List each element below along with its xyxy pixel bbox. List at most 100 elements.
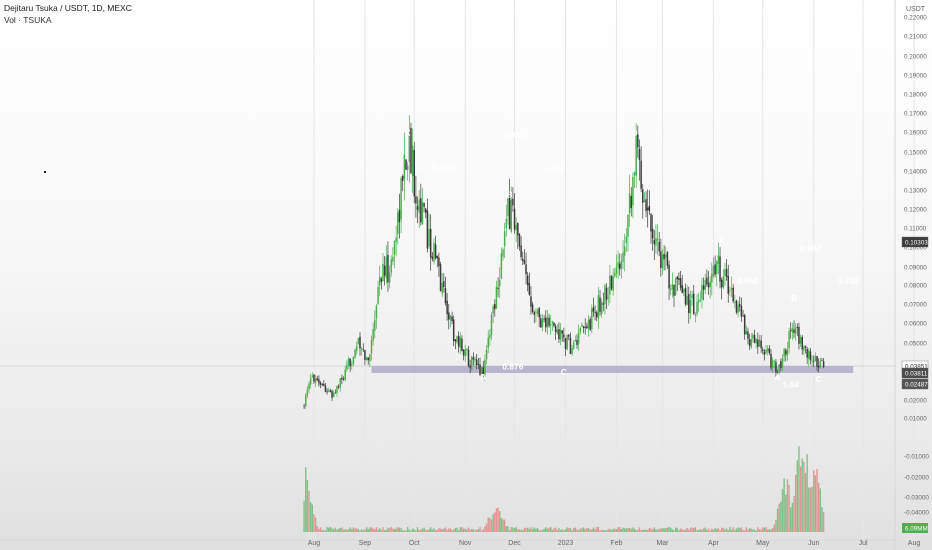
volume-bar (454, 528, 457, 532)
candle (449, 315, 452, 320)
price-tag-label: 0.02487 (905, 382, 928, 389)
candle (314, 378, 317, 383)
volume-bar (589, 529, 591, 532)
volume-bar (492, 514, 494, 532)
volume-bar (489, 517, 491, 532)
volume-bar (359, 530, 361, 532)
volume-bar (640, 530, 642, 532)
candle (801, 336, 803, 350)
candle (467, 349, 470, 366)
candle (540, 318, 542, 328)
candle (323, 384, 325, 386)
volume-bar (816, 468, 818, 532)
volume-bar (658, 528, 660, 532)
ratio-label: 0.704 (432, 162, 454, 172)
y-tick-label: 0.05000 (904, 341, 927, 348)
candle (694, 315, 697, 316)
volume-bar (349, 527, 351, 532)
candle (689, 299, 692, 314)
candle (378, 276, 381, 286)
candle (569, 337, 572, 354)
x-tick-label: Nov (459, 540, 472, 547)
volume-bar (775, 519, 777, 532)
volume-bar (518, 529, 521, 532)
candle (780, 361, 782, 368)
volume-bar (573, 528, 575, 532)
volume-bar (306, 480, 309, 532)
candle (720, 279, 723, 288)
candle (393, 240, 396, 255)
volume-bar (786, 479, 789, 532)
volume-bar (763, 527, 766, 532)
volume-bar (462, 528, 465, 532)
volume-bar (543, 528, 545, 532)
candle (581, 324, 583, 327)
candle (730, 287, 733, 290)
volume-bar (367, 529, 369, 532)
volume-bar (612, 528, 614, 532)
volume-bar (732, 527, 734, 532)
price-tag-label: 0.10303 (905, 240, 928, 247)
volume-bar (334, 527, 337, 532)
candle (742, 315, 744, 317)
candle (380, 278, 383, 282)
candle (462, 350, 465, 356)
volume-bar (408, 529, 411, 532)
volume-bar (531, 529, 534, 532)
volume-bar (806, 454, 808, 532)
volume-bars (303, 446, 825, 532)
candle (625, 236, 628, 243)
candle (464, 348, 466, 357)
volume-bar (720, 527, 723, 532)
volume-bar (563, 530, 565, 532)
x-tick-label: Oct (409, 540, 420, 547)
candle (383, 265, 386, 276)
volume-bar (699, 528, 702, 532)
volume-bar (375, 527, 378, 532)
volume-bar (329, 526, 332, 532)
price-chart[interactable]: XABCDXABCD0.7040.9831.4520.8760.5680.982… (0, 0, 932, 550)
volume-bar (369, 527, 371, 532)
volume-bar (406, 527, 409, 532)
y-tick-label: 0.14000 (904, 169, 927, 176)
y-axis-currency: USDT (906, 6, 926, 13)
volume-bar (380, 529, 383, 532)
candles (303, 115, 825, 410)
volume-bar (551, 529, 554, 532)
volume-bar (418, 530, 420, 532)
candle (668, 264, 670, 289)
volume-bar (522, 530, 524, 532)
volume-bar (586, 527, 588, 532)
grid (0, 0, 915, 550)
volume-bar (449, 528, 452, 532)
volume-bar (599, 530, 601, 532)
ratio-label: 0.983 (504, 130, 526, 140)
volume-bar (400, 528, 402, 532)
volume-bar (776, 508, 779, 532)
candle (398, 210, 401, 223)
candle (594, 312, 596, 313)
candle (403, 154, 406, 179)
volume-bar (637, 529, 639, 532)
candle (367, 357, 369, 361)
candle (385, 256, 388, 279)
candle (370, 339, 373, 354)
volume-bar (308, 490, 310, 532)
candle (352, 356, 355, 365)
pattern-point-c: C (816, 374, 822, 384)
candle (584, 326, 586, 328)
volume-bar (674, 527, 677, 532)
volume-bar (305, 467, 307, 532)
chart-window: Dejitaru Tsuka / USDT, 1D, MEXC Vol · TS… (0, 0, 932, 550)
candle (365, 357, 368, 360)
candle (618, 263, 621, 270)
y-tick-label: 0.12000 (904, 207, 927, 214)
candle (768, 348, 771, 354)
candle (342, 378, 345, 380)
candle (415, 196, 417, 204)
volume-bar (716, 528, 718, 532)
volume-bar (479, 527, 481, 532)
candle (640, 160, 642, 189)
candle (600, 302, 603, 315)
candle (487, 337, 489, 348)
